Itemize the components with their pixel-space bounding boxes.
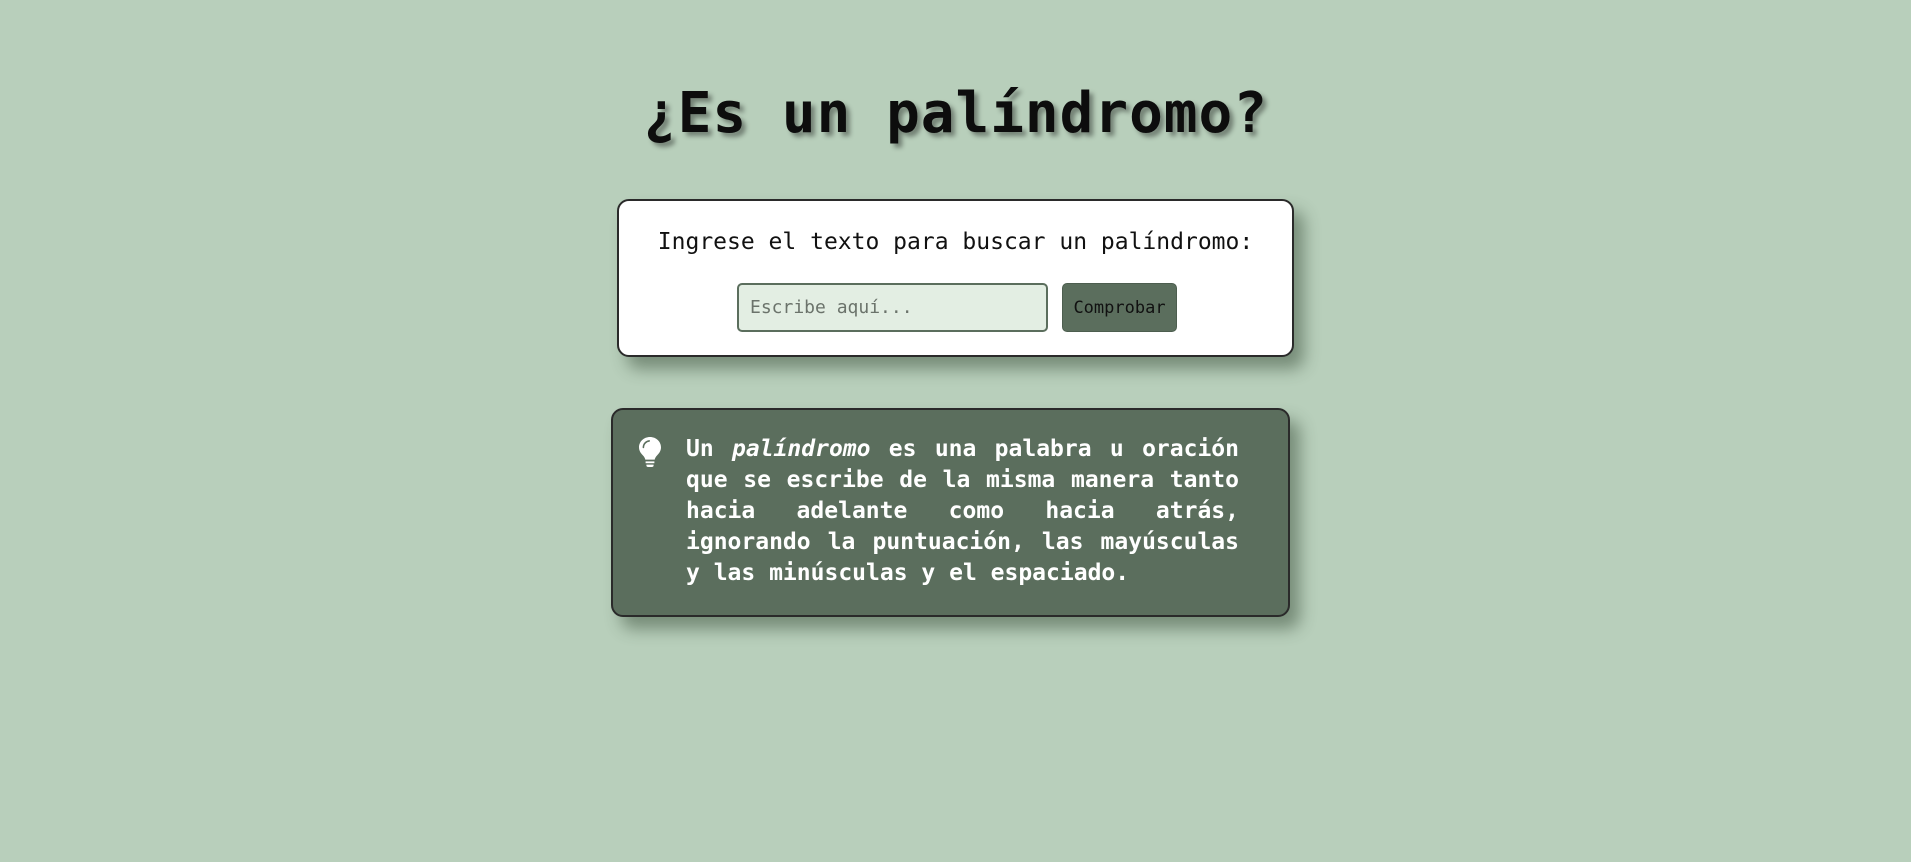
text-input[interactable] xyxy=(737,283,1048,332)
input-label: Ingrese el texto para buscar un palíndro… xyxy=(657,229,1254,255)
lightbulb-icon xyxy=(639,437,661,467)
definition-text-start: Un xyxy=(686,436,733,462)
palindrome-checker-card: Ingrese el texto para buscar un palíndro… xyxy=(617,199,1294,357)
page-title: ¿Es un palíndromo? xyxy=(643,81,1268,146)
palindrome-definition: Un palíndromo es una palabra u oración q… xyxy=(686,434,1239,589)
info-card: Un palíndromo es una palabra u oración q… xyxy=(611,408,1290,617)
check-button[interactable]: Comprobar xyxy=(1062,283,1177,332)
definition-term: palíndromo xyxy=(732,436,871,462)
